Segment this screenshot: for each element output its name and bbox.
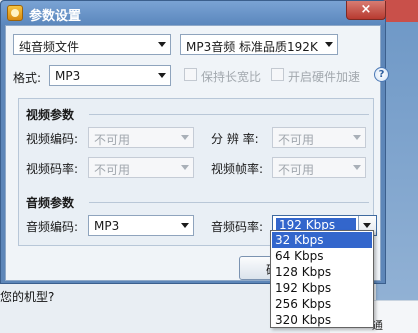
bitrate-option[interactable]: 256 Kbps (272, 296, 372, 312)
video-codec-value: 不可用 (94, 133, 131, 147)
file-type-select[interactable]: 纯音频文件 (13, 34, 171, 55)
keep-aspect-label: 保持长宽比 (201, 70, 262, 84)
app-icon (7, 5, 23, 21)
bitrate-option[interactable]: 128 Kbps (272, 264, 372, 280)
audio-section-title: 音频参数 (26, 196, 75, 210)
video-codec-label: 视频编码: (26, 132, 79, 146)
format-select[interactable]: MP3 (49, 65, 171, 86)
video-framerate-select[interactable]: 不可用 (272, 157, 366, 178)
chevron-down-icon (158, 73, 166, 78)
audio-codec-label: 音频编码: (26, 220, 79, 234)
chevron-down-icon (181, 223, 189, 228)
quality-preset-value: MP3音频 标准品质192K (186, 40, 318, 54)
video-section-divider (89, 114, 369, 115)
bitrate-option[interactable]: 320 Kbps (272, 312, 372, 328)
chevron-down-icon (353, 165, 361, 170)
audio-bitrate-label: 音频码率: (211, 220, 264, 234)
hw-accel-label: 开启硬件加速 (288, 70, 361, 84)
video-framerate-value: 不可用 (278, 163, 315, 177)
chevron-down-icon (325, 42, 333, 47)
video-bitrate-label: 视频码率: (26, 162, 79, 176)
audio-codec-select[interactable]: MP3 (88, 215, 194, 236)
format-label: 格式: (13, 71, 42, 85)
video-bitrate-select[interactable]: 不可用 (88, 157, 194, 178)
keep-aspect-checkbox[interactable] (184, 68, 197, 81)
audio-section-divider (89, 202, 369, 203)
video-framerate-label: 视频帧率: (211, 162, 264, 176)
dialog-title: 参数设置 (29, 9, 82, 24)
bitrate-option[interactable]: 64 Kbps (272, 248, 372, 264)
bitrate-option[interactable]: 32 Kbps (272, 232, 372, 248)
chevron-down-icon (353, 135, 361, 140)
chevron-down-icon (181, 165, 189, 170)
chevron-down-icon (363, 223, 371, 228)
bitrate-option[interactable]: 192 Kbps (272, 280, 372, 296)
video-bitrate-value: 不可用 (94, 163, 131, 177)
audio-bitrate-dropdown-list: 32 Kbps 64 Kbps 128 Kbps 192 Kbps 256 Kb… (270, 230, 374, 328)
dialog-titlebar[interactable]: 参数设置 × (1, 1, 386, 25)
audio-codec-value: MP3 (94, 219, 120, 233)
resolution-value: 不可用 (278, 133, 315, 147)
resolution-select[interactable]: 不可用 (272, 127, 366, 148)
background-question-text: 您的机型? (0, 290, 55, 304)
hw-accel-checkbox[interactable] (271, 68, 284, 81)
format-value: MP3 (55, 69, 81, 83)
resolution-label: 分 辨 率: (211, 132, 259, 146)
file-type-value: 纯音频文件 (19, 40, 80, 54)
chevron-down-icon (181, 135, 189, 140)
close-button[interactable]: × (346, 1, 386, 20)
video-codec-select[interactable]: 不可用 (88, 127, 194, 148)
video-section-title: 视频参数 (26, 108, 75, 122)
params-group: 视频参数 视频编码: 不可用 分 辨 率: 不可用 视频码率: 不可用 视频帧率… (18, 98, 377, 246)
quality-preset-select[interactable]: MP3音频 标准品质192K (180, 34, 338, 55)
help-icon[interactable]: ? (374, 67, 389, 82)
chevron-down-icon (158, 42, 166, 47)
